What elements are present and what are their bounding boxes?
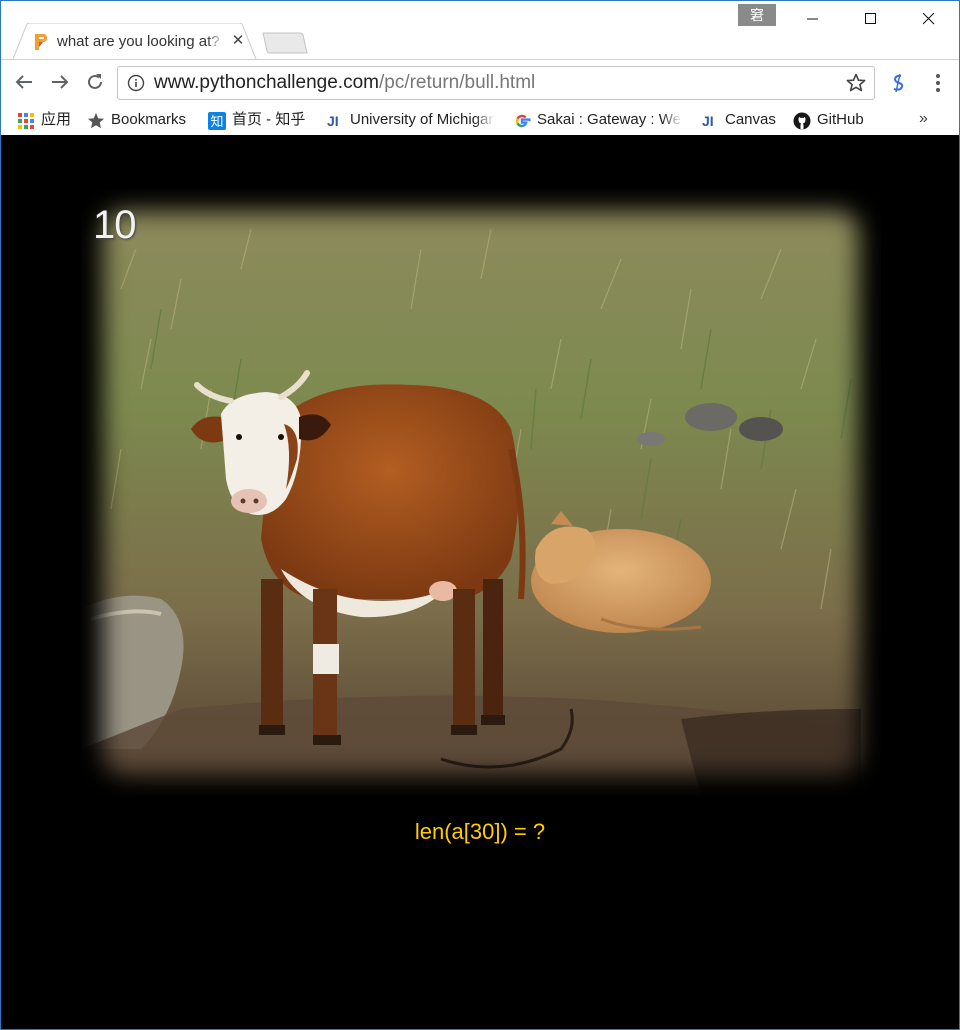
- caption-link[interactable]: len(a[30]) = ?: [415, 819, 545, 844]
- reload-button[interactable]: [83, 70, 107, 94]
- info-icon[interactable]: [127, 74, 145, 92]
- bookmark-label: Canvas: [725, 111, 776, 128]
- svg-text:JI: JI: [702, 113, 714, 129]
- bookmarks-overflow-button[interactable]: »: [919, 110, 928, 128]
- ji-icon: JI: [702, 113, 714, 129]
- bookmark-label: Sakai : Gateway : Welcome: [537, 111, 685, 128]
- google-icon: [515, 114, 531, 128]
- bookmark-star-icon[interactable]: [846, 73, 866, 93]
- tab-close-icon[interactable]: ✕: [229, 32, 247, 50]
- reload-icon: [88, 74, 102, 89]
- apps-grid-icon: [18, 113, 34, 129]
- bookmark-label: University of Michigan: [350, 111, 497, 128]
- bookmark-label: 应用: [41, 111, 72, 128]
- arrow-right-icon: [52, 75, 69, 89]
- ji-icon: JI: [327, 113, 339, 129]
- caption: len(a[30]) = ?: [1, 819, 959, 845]
- bookmark-label: 首页 - 知乎: [232, 111, 306, 128]
- star-icon: [88, 113, 104, 129]
- image-number-label: 10: [93, 203, 136, 247]
- pythonchallenge-icon: [33, 33, 49, 51]
- svg-text:JI: JI: [327, 113, 339, 129]
- new-tab-button[interactable]: [262, 32, 308, 54]
- close-icon: [923, 13, 935, 25]
- url-path: /pc/return/bull.html: [378, 72, 536, 93]
- toolbar: www.pythonchallenge.com/pc/return/bull.h…: [1, 59, 959, 106]
- address-bar[interactable]: www.pythonchallenge.com/pc/return/bull.h…: [117, 66, 875, 100]
- minimize-button[interactable]: [790, 1, 836, 37]
- maximize-icon: [865, 13, 876, 24]
- bookmark-github[interactable]: GitHub: [793, 108, 877, 132]
- url-text[interactable]: www.pythonchallenge.com/pc/return/bull.h…: [154, 73, 535, 93]
- bookmark-apps[interactable]: 应用: [17, 108, 77, 132]
- bookmark-label: GitHub: [817, 111, 864, 128]
- back-button[interactable]: [12, 70, 36, 94]
- bookmark-label: Bookmarks: [111, 111, 187, 128]
- svg-text:知: 知: [210, 114, 223, 130]
- tab-active[interactable]: what are you looking at? ✕: [13, 23, 257, 60]
- github-icon: [793, 112, 811, 130]
- browser-window: what are you looking at? ✕ 窘 www.pythonc…: [0, 0, 960, 1030]
- bookmark-bookmarks[interactable]: Bookmarks: [87, 108, 197, 132]
- bookmark-sakai[interactable]: Sakai : Gateway : Welcome: [513, 108, 685, 132]
- page-content: 10 len(a[30]) = ?: [1, 135, 959, 1029]
- profile-badge[interactable]: 窘: [738, 4, 776, 26]
- menu-dots-icon[interactable]: [929, 72, 947, 94]
- bookmarks-bar: 应用 Bookmarks 知 首页 - 知乎 JI University of …: [1, 105, 959, 135]
- minimize-icon: [807, 18, 818, 20]
- arrow-left-icon: [15, 75, 32, 89]
- zhihu-icon: 知: [208, 112, 226, 130]
- bull-photo-link[interactable]: [81, 189, 881, 797]
- forward-button[interactable]: [48, 70, 72, 94]
- window-close-button[interactable]: [906, 1, 952, 37]
- bookmark-umich[interactable]: JI University of Michigan: [326, 108, 498, 132]
- url-host: www.pythonchallenge.com: [154, 72, 379, 93]
- title-bar: what are you looking at? ✕ 窘: [1, 1, 959, 60]
- bookmark-canvas[interactable]: JI Canvas: [701, 108, 781, 132]
- bookmark-zhihu[interactable]: 知 首页 - 知乎: [208, 108, 313, 132]
- maximize-button[interactable]: [848, 1, 894, 37]
- extension-icon[interactable]: [887, 72, 909, 94]
- tab-title: what are you looking at?: [57, 33, 220, 50]
